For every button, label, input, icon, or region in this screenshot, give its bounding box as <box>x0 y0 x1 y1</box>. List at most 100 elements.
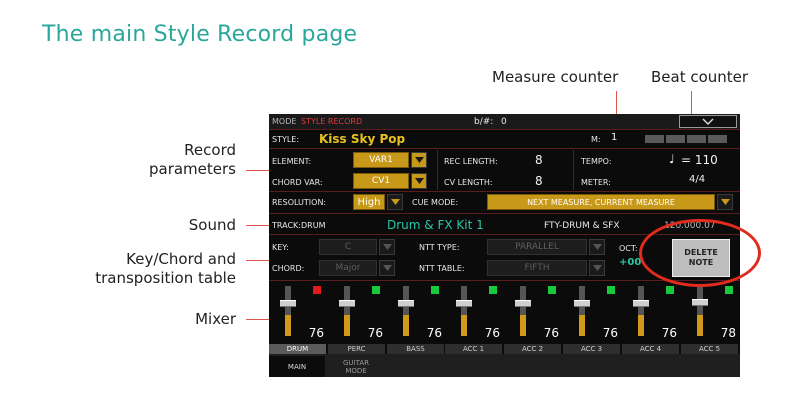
channel-volume-value: 76 <box>602 326 618 340</box>
channel-status-led[interactable] <box>725 286 733 294</box>
chord-var-select[interactable]: CV1 <box>353 173 409 189</box>
channel-volume-value: 78 <box>720 326 736 340</box>
ntt-type-value: PARALLEL <box>515 242 559 252</box>
callout-beat-counter: Beat counter <box>651 68 749 86</box>
ntt-table-select[interactable]: FIFTH <box>487 260 587 276</box>
fader-knob[interactable] <box>574 300 590 307</box>
dropdown-arrow-icon <box>592 265 602 271</box>
mixer-channel-name[interactable]: ACC 4 <box>622 344 680 354</box>
cv-length-value[interactable]: 8 <box>535 174 543 188</box>
fader-knob[interactable] <box>339 300 355 307</box>
dropdown-arrow-icon <box>414 157 424 163</box>
beat-cell <box>666 135 685 143</box>
mode-label: MODE <box>272 117 297 126</box>
style-name[interactable]: Kiss Sky Pop <box>319 132 405 146</box>
element-label: ELEMENT: <box>272 157 312 166</box>
style-row[interactable]: STYLE: Kiss Sky Pop M: 1 <box>269 130 740 148</box>
resolution-select[interactable]: High <box>353 194 385 210</box>
measure-label: M: <box>591 135 601 144</box>
mixer-channel-name[interactable]: ACC 5 <box>681 344 739 354</box>
callout-record-parameters: Record parameters <box>120 141 236 179</box>
beat-counter <box>645 135 727 143</box>
fader-knob[interactable] <box>398 300 414 307</box>
fader-knob[interactable] <box>633 300 649 307</box>
channel-status-led[interactable] <box>666 286 674 294</box>
rec-length-value[interactable]: 8 <box>535 153 543 167</box>
chord-var-value: CV1 <box>371 176 391 186</box>
mixer-channel-name[interactable]: DRUM <box>269 344 327 354</box>
tab-guitar-mode[interactable]: GUITAR MODE <box>327 356 385 377</box>
cue-mode-dropdown-arrow[interactable] <box>717 194 733 210</box>
fader-fill <box>697 315 703 336</box>
mixer-channel-name[interactable]: ACC 1 <box>445 344 503 354</box>
ntt-type-dropdown-arrow[interactable] <box>589 239 605 255</box>
fader-knob[interactable] <box>692 299 708 306</box>
tab-guitar-mode-line1: GUITAR <box>343 358 369 367</box>
callout-key-chord: Key/Chord and transposition table <box>60 250 236 288</box>
tab-main[interactable]: MAIN <box>269 356 325 377</box>
channel-status-led[interactable] <box>372 286 380 294</box>
style-label: STYLE: <box>272 135 300 144</box>
cue-mode-label: CUE MODE: <box>412 198 459 207</box>
chord-var-dropdown-arrow[interactable] <box>411 173 427 189</box>
channel-status-led[interactable] <box>313 286 321 294</box>
key-select[interactable]: C <box>319 239 377 255</box>
fader-knob[interactable] <box>456 300 472 307</box>
channel-volume-value: 76 <box>484 326 500 340</box>
separator <box>573 150 574 190</box>
mixer-channel-name[interactable]: PERC <box>328 344 386 354</box>
separator <box>269 191 740 192</box>
channel-status-led[interactable] <box>607 286 615 294</box>
highlight-circle <box>639 219 761 287</box>
mixer-channel-name[interactable]: BASS <box>387 344 445 354</box>
fader-knob[interactable] <box>280 300 296 307</box>
leader-mixer <box>246 319 270 320</box>
channel-status-led[interactable] <box>431 286 439 294</box>
fader-knob[interactable] <box>515 300 531 307</box>
page-title: The main Style Record page <box>42 22 358 47</box>
leader-record <box>246 170 270 171</box>
beat-cell <box>645 135 664 143</box>
cv-length-label: CV LENGTH: <box>444 178 493 187</box>
dropdown-arrow-icon <box>382 244 392 250</box>
mixer-channel-acc-5: 78 <box>681 282 739 342</box>
element-select[interactable]: VAR1 <box>353 152 409 168</box>
channel-status-led[interactable] <box>489 286 497 294</box>
resolution-dropdown-arrow[interactable] <box>387 194 403 210</box>
leader-sound <box>246 225 270 226</box>
mixer-channel-perc: 76 <box>328 282 386 342</box>
tempo-value[interactable]: = 110 <box>681 153 718 167</box>
callout-mixer: Mixer <box>195 310 236 328</box>
sound-name[interactable]: Drum & FX Kit 1 <box>387 218 484 232</box>
meter-value[interactable]: 4/4 <box>689 174 705 185</box>
leader-key-chord <box>246 260 270 261</box>
mode-value: STYLE RECORD <box>301 117 363 126</box>
fader-fill <box>579 315 585 336</box>
quarter-note-icon: ♩ <box>669 152 675 166</box>
mixer-channel-drum: 76 <box>269 282 327 342</box>
menu-dropdown-button[interactable] <box>679 115 737 128</box>
key-dropdown-arrow[interactable] <box>379 239 395 255</box>
fader-fill <box>461 315 467 336</box>
fader-fill <box>285 315 291 336</box>
mixer-channel-name[interactable]: ACC 2 <box>504 344 562 354</box>
resolution-value: High <box>357 196 381 208</box>
tab-main-label: MAIN <box>287 362 307 371</box>
cue-mode-select[interactable]: NEXT MEASURE, CURRENT MEASURE <box>487 194 715 210</box>
oct-label: OCT: <box>619 244 638 253</box>
dropdown-arrow-icon <box>592 244 602 250</box>
ntt-table-dropdown-arrow[interactable] <box>589 260 605 276</box>
element-dropdown-arrow[interactable] <box>411 152 427 168</box>
chord-dropdown-arrow[interactable] <box>379 260 395 276</box>
mixer-channel-acc-1: 76 <box>445 282 503 342</box>
chord-select[interactable]: Major <box>319 260 377 276</box>
ntt-type-select[interactable]: PARALLEL <box>487 239 587 255</box>
oct-value[interactable]: +00 <box>619 257 641 268</box>
resolution-label: RESOLUTION: <box>272 198 327 207</box>
transpose-value: 0 <box>501 117 507 127</box>
chevron-down-icon <box>702 118 714 125</box>
channel-status-led[interactable] <box>548 286 556 294</box>
callout-measure-counter: Measure counter <box>492 68 619 86</box>
mixer-channel-name[interactable]: ACC 3 <box>563 344 621 354</box>
dropdown-arrow-icon <box>382 265 392 271</box>
